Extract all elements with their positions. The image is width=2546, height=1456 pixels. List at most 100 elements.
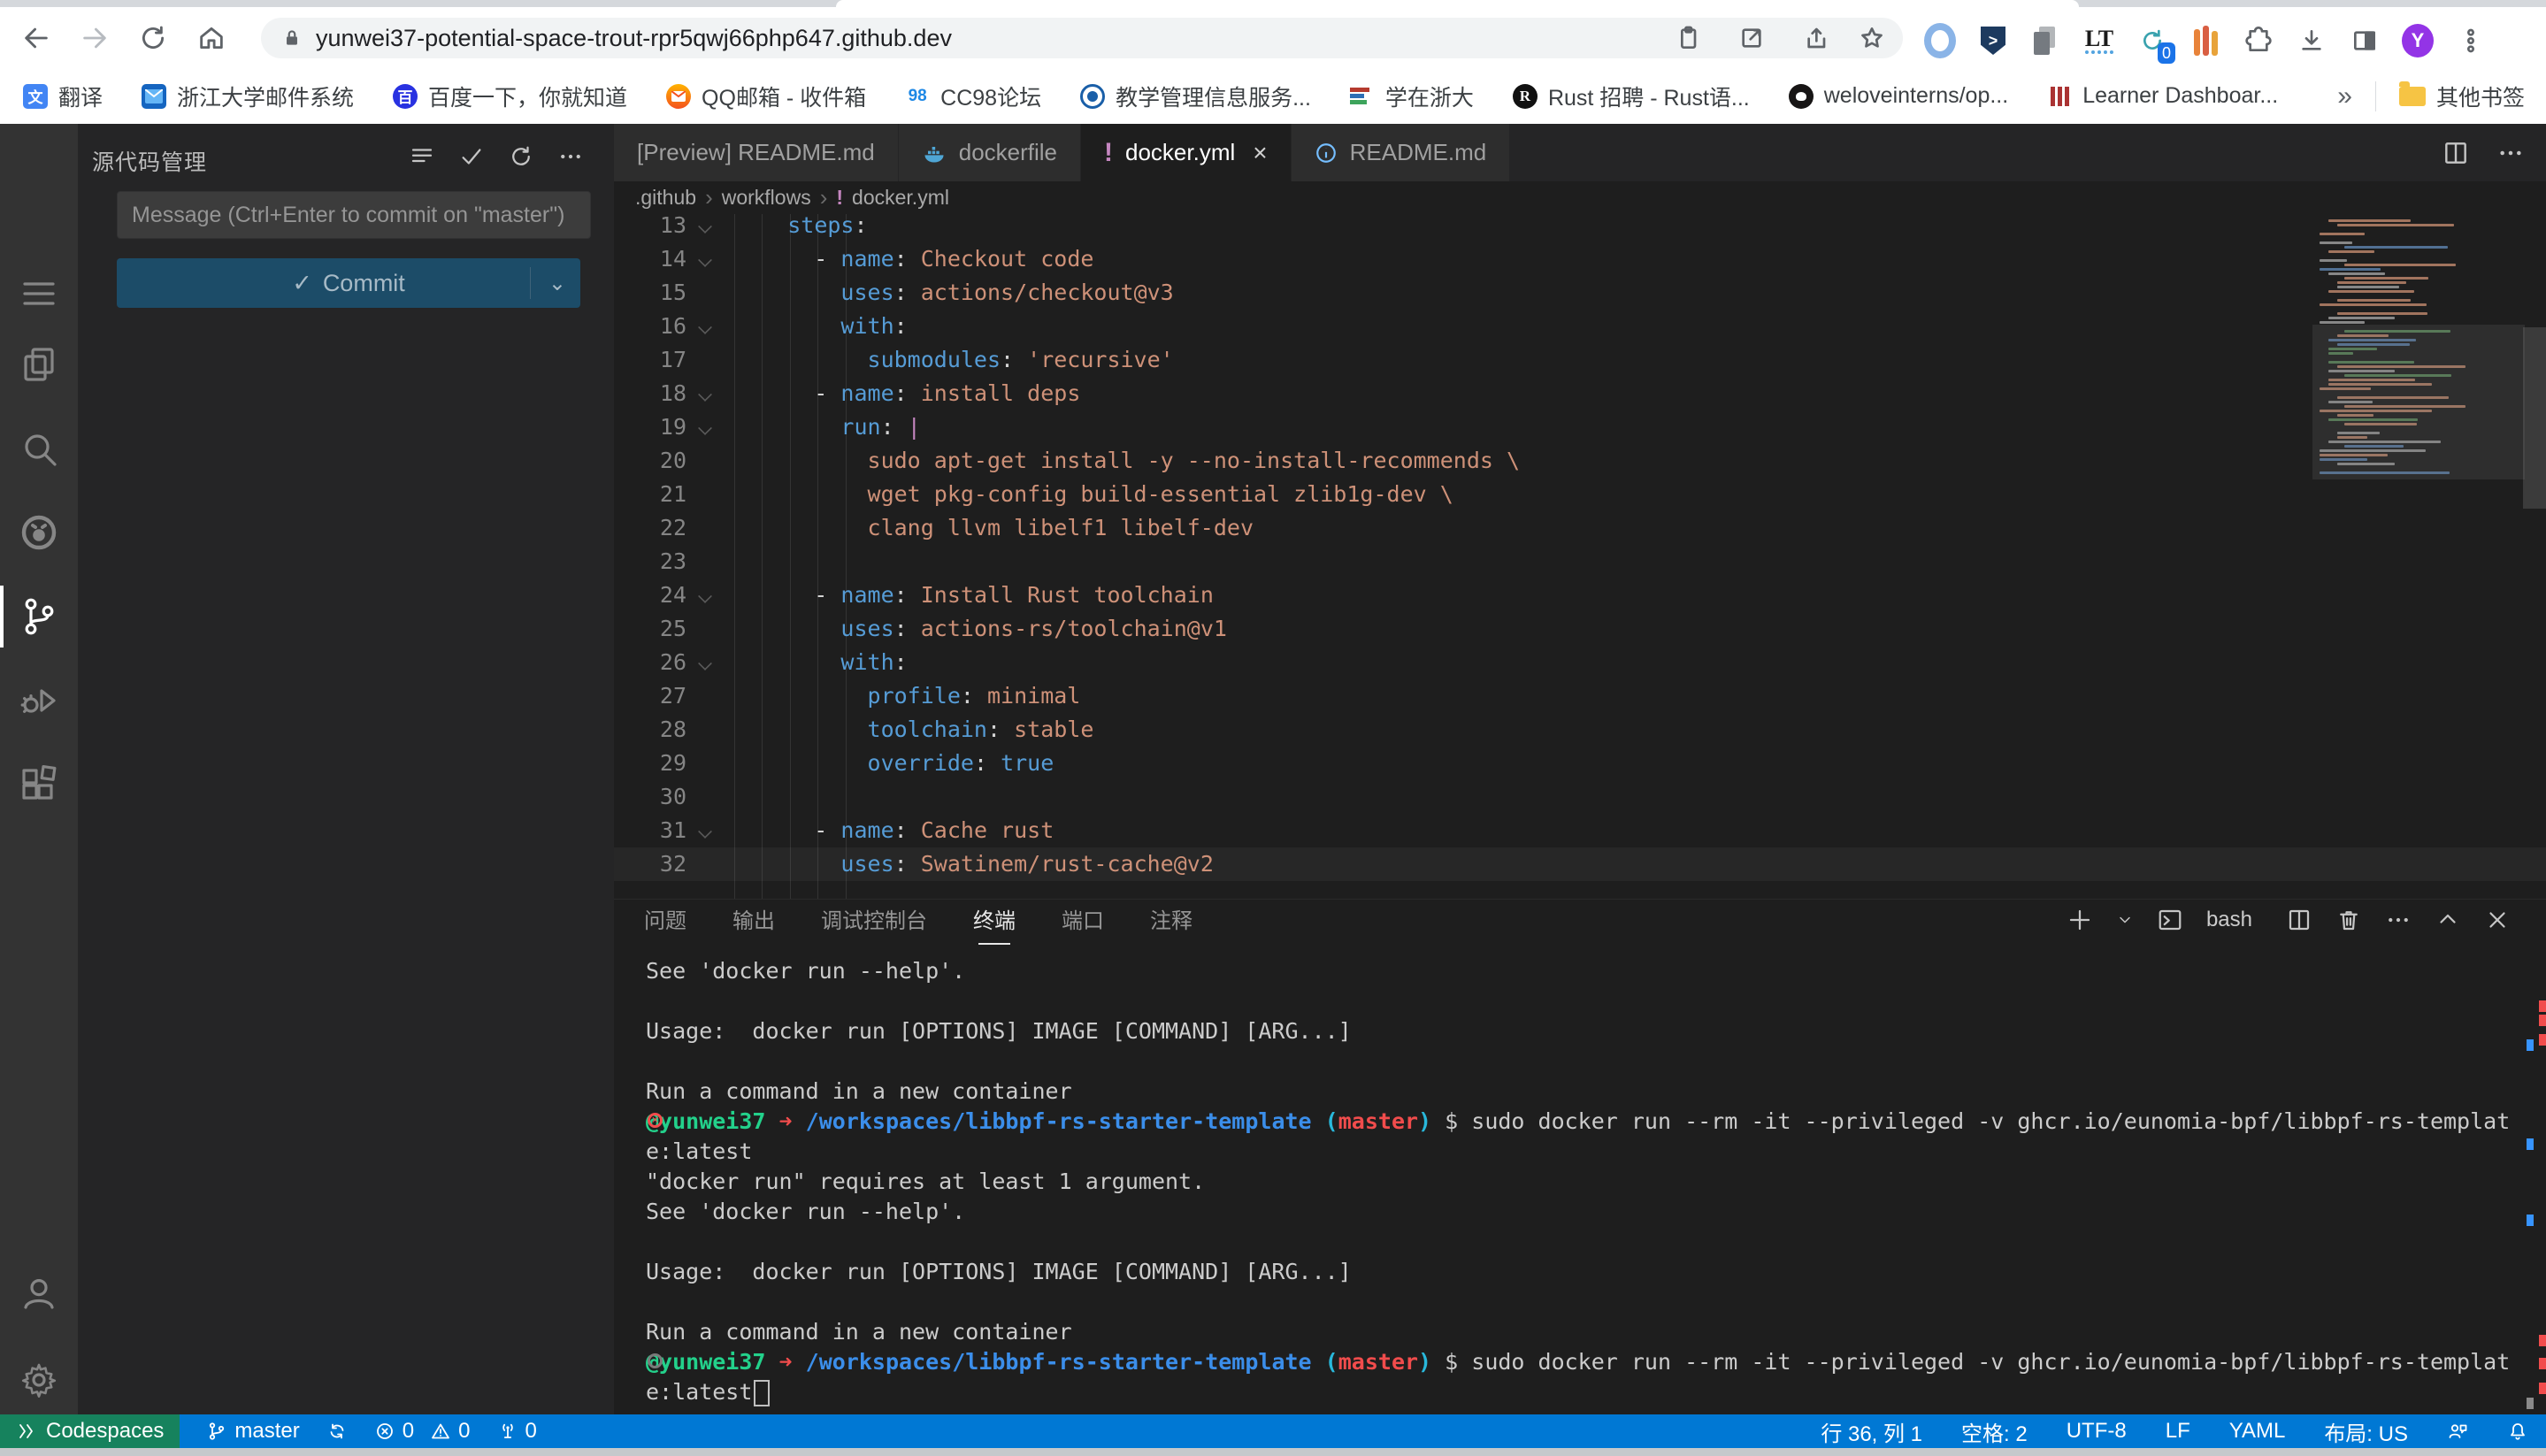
media-controls-icon[interactable] — [1674, 24, 1704, 54]
settings-gear-icon[interactable] — [0, 1345, 78, 1415]
new-terminal-icon[interactable] — [2067, 907, 2093, 933]
keyboard-layout[interactable]: 布局: US — [2324, 1416, 2408, 1447]
bookmark-star-icon[interactable] — [1858, 24, 1888, 54]
view-as-list-icon[interactable] — [409, 143, 435, 170]
commit-check-icon[interactable] — [458, 143, 485, 170]
notifications-bell-icon[interactable] — [2507, 1421, 2528, 1442]
fold-chevron-icon[interactable] — [698, 253, 712, 267]
puzzle-extensions-icon[interactable] — [2243, 25, 2274, 57]
bookmark-item[interactable]: weloveinterns/op... — [1789, 83, 2008, 109]
breadcrumb[interactable]: .github›workflows›!docker.yml — [614, 181, 2546, 214]
feedback-icon[interactable] — [2447, 1421, 2468, 1442]
editor-scrollbar-thumb[interactable] — [2523, 327, 2546, 509]
remote-indicator[interactable]: Codespaces — [0, 1414, 180, 1448]
ports-indicator[interactable]: 0 — [497, 1419, 537, 1444]
code-line-29[interactable]: 29 override: true — [614, 747, 2546, 780]
bookmark-item[interactable]: 浙江大学邮件系统 — [142, 80, 354, 112]
maximize-panel-icon[interactable] — [2435, 907, 2461, 933]
minimap-viewport[interactable] — [2312, 325, 2525, 479]
split-terminal-icon[interactable] — [2286, 907, 2312, 933]
code-line-28[interactable]: 28 toolchain: stable — [614, 713, 2546, 747]
fold-chevron-icon[interactable] — [698, 320, 712, 334]
browser-active-tab[interactable] — [836, 0, 2079, 7]
share-icon[interactable] — [1801, 24, 1831, 54]
fold-chevron-icon[interactable] — [698, 589, 712, 603]
code-line-26[interactable]: 26 with: — [614, 646, 2546, 679]
indentation[interactable]: 空格: 2 — [1961, 1416, 2028, 1447]
explorer-icon[interactable] — [0, 329, 78, 400]
bookmark-item[interactable]: 百百度一下，你就知道 — [393, 80, 627, 112]
editor-tab-docker-yml[interactable]: !docker.yml× — [1081, 124, 1292, 181]
breadcrumb-segment[interactable]: docker.yml — [852, 186, 949, 210]
breadcrumb-segment[interactable]: workflows — [722, 186, 811, 210]
bookmark-item[interactable]: RRust 招聘 - Rust语... — [1513, 80, 1750, 112]
forward-button[interactable] — [76, 19, 113, 57]
code-line-20[interactable]: 20 sudo apt-get install -y --no-install-… — [614, 444, 2546, 478]
panel-tab-注释[interactable]: 注释 — [1150, 903, 1192, 938]
code-line-30[interactable]: 30 — [614, 780, 2546, 814]
close-panel-icon[interactable] — [2484, 907, 2511, 933]
fold-chevron-icon[interactable] — [698, 387, 712, 402]
language-mode[interactable]: YAML — [2229, 1419, 2286, 1444]
commit-dropdown-chevron[interactable]: ⌄ — [548, 271, 566, 296]
bookmark-item[interactable]: 学在浙大 — [1350, 80, 1474, 112]
fold-chevron-icon[interactable] — [698, 219, 712, 234]
github-icon[interactable] — [0, 497, 78, 568]
downloads-icon[interactable] — [2296, 25, 2327, 57]
code-line-14[interactable]: 14 - name: Checkout code — [614, 242, 2546, 276]
extension-copies-icon[interactable] — [2030, 25, 2062, 57]
languagetool-icon[interactable]: LT — [2083, 25, 2115, 57]
bookmark-item[interactable]: QQ邮箱 - 收件箱 — [666, 80, 866, 112]
extensions-icon[interactable] — [0, 749, 78, 820]
browser-menu-icon[interactable] — [2455, 25, 2487, 57]
bookmark-item[interactable]: 98CC98论坛 — [905, 80, 1041, 112]
editor-tab--preview-readme-md[interactable]: [Preview] README.md — [614, 124, 899, 181]
panel-tab-输出[interactable]: 输出 — [732, 903, 775, 938]
bookmark-item[interactable]: 教学管理信息服务... — [1080, 80, 1311, 112]
code-line-32[interactable]: 32 uses: Swatinem/rust-cache@v2 — [614, 847, 2546, 881]
bookmark-item[interactable]: Learner Dashboar... — [2047, 83, 2278, 109]
account-icon[interactable] — [0, 1258, 78, 1329]
code-editor[interactable]: 13 steps:14 - name: Checkout code15 uses… — [614, 214, 2546, 899]
commit-message-input[interactable]: Message (Ctrl+Enter to commit on "master… — [117, 191, 591, 239]
command-decoration-error-icon[interactable]: × — [648, 1113, 663, 1128]
bookmarks-overflow-chevron[interactable]: » — [2337, 81, 2352, 111]
code-line-21[interactable]: 21 wget pkg-config build-essential zlib1… — [614, 478, 2546, 511]
code-line-15[interactable]: 15 uses: actions/checkout@v3 — [614, 276, 2546, 310]
editor-tab-dockerfile[interactable]: dockerfile — [899, 124, 1081, 181]
cursor-position[interactable]: 行 36, 列 1 — [1821, 1416, 1922, 1447]
fold-chevron-icon[interactable] — [698, 824, 712, 839]
menu-icon[interactable] — [0, 258, 78, 329]
open-in-window-icon[interactable] — [1737, 24, 1768, 54]
close-tab-icon[interactable]: × — [1253, 139, 1267, 167]
home-button[interactable] — [193, 19, 230, 57]
shell-label[interactable]: bash — [2206, 908, 2252, 932]
search-icon[interactable] — [0, 413, 78, 484]
code-line-31[interactable]: 31 - name: Cache rust — [614, 814, 2546, 847]
sync-status[interactable] — [326, 1421, 348, 1442]
bookmark-item[interactable]: 文翻译 — [23, 80, 103, 112]
panel-tab-问题[interactable]: 问题 — [644, 903, 686, 938]
branch-indicator[interactable]: master — [206, 1419, 299, 1444]
code-line-23[interactable]: 23 — [614, 545, 2546, 579]
panel-tab-端口[interactable]: 端口 — [1062, 903, 1104, 938]
problems-indicator[interactable]: 0 0 — [374, 1419, 471, 1444]
extension-ring-icon[interactable] — [1924, 25, 1956, 57]
code-line-16[interactable]: 16 with: — [614, 310, 2546, 343]
encoding[interactable]: UTF-8 — [2067, 1419, 2127, 1444]
fold-chevron-icon[interactable] — [698, 421, 712, 435]
sidebar-toggle-icon[interactable] — [2349, 25, 2381, 57]
extension-shield-icon[interactable]: > — [1977, 25, 2009, 57]
code-line-22[interactable]: 22 clang llvm libelf1 libelf-dev — [614, 511, 2546, 545]
address-bar[interactable]: yunwei37-potential-space-trout-rpr5qwj66… — [261, 18, 1903, 58]
panel-tab-终端[interactable]: 终端 — [973, 903, 1016, 938]
fold-chevron-icon[interactable] — [698, 656, 712, 671]
editor-tab-readme-md[interactable]: README.md — [1292, 124, 1511, 181]
code-line-13[interactable]: 13 steps: — [614, 214, 2546, 242]
back-button[interactable] — [18, 19, 55, 57]
command-decoration-idle-icon[interactable] — [648, 1353, 663, 1368]
profile-avatar[interactable]: Y — [2402, 25, 2434, 57]
code-line-24[interactable]: 24 - name: Install Rust toolchain — [614, 579, 2546, 612]
panel-tab-调试控制台[interactable]: 调试控制台 — [821, 903, 927, 938]
terminal-output[interactable]: See 'docker run --help'.Usage: docker ru… — [614, 940, 2546, 1415]
